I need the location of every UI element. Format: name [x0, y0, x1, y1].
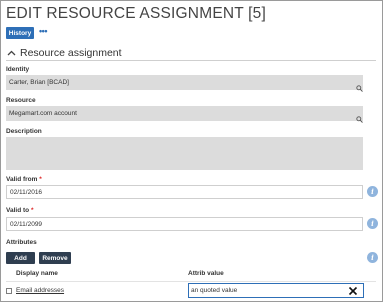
identity-search-icon[interactable]	[356, 79, 363, 97]
email-addresses-link[interactable]: Email addresses	[16, 287, 64, 294]
valid-to-info-icon[interactable]: i	[367, 218, 378, 229]
edit-resource-assignment-panel: EDIT RESOURCE ASSIGNMENT [5] History •••…	[0, 0, 383, 302]
attributes-info-icon[interactable]: i	[367, 252, 378, 263]
table-divider	[6, 281, 376, 282]
section-title: Resource assignment	[20, 46, 122, 59]
row-checkbox[interactable]	[6, 288, 12, 294]
page-title: EDIT RESOURCE ASSIGNMENT [5]	[6, 5, 266, 22]
add-button[interactable]: Add	[6, 252, 35, 264]
attributes-label: Attributes	[6, 239, 37, 246]
remove-button[interactable]: Remove	[39, 252, 71, 264]
required-marker: *	[30, 207, 34, 214]
column-header-attrib-value: Attrib value	[188, 270, 224, 277]
column-header-display-name: Display name	[16, 270, 58, 277]
resource-value: Megamart.com account	[9, 110, 77, 117]
resource-label: Resource	[6, 97, 36, 104]
chevron-up-icon[interactable]	[6, 48, 16, 58]
resource-search-icon[interactable]	[356, 110, 363, 128]
valid-to-value: 02/11/2099	[10, 220, 43, 228]
attrib-value-text: an quoted value	[191, 287, 238, 294]
required-marker: *	[39, 176, 42, 183]
description-label: Description	[6, 128, 42, 135]
more-options-button[interactable]: •••	[37, 26, 49, 38]
identity-value: Carter, Brian [BCAD]	[9, 79, 69, 86]
history-button[interactable]: History	[6, 27, 34, 39]
valid-from-label: Valid from *	[6, 176, 42, 183]
valid-to-label: Valid to *	[6, 207, 34, 214]
description-field[interactable]	[6, 137, 363, 170]
resource-field[interactable]: Megamart.com account	[6, 106, 363, 121]
valid-from-input[interactable]: 02/11/2016	[6, 185, 363, 199]
identity-label: Identity	[6, 66, 30, 73]
valid-from-value: 02/11/2016	[10, 188, 43, 196]
valid-from-info-icon[interactable]: i	[367, 186, 378, 197]
identity-field[interactable]: Carter, Brian [BCAD]	[6, 75, 363, 90]
attrib-value-input[interactable]: an quoted value	[188, 283, 364, 298]
close-icon[interactable]	[348, 286, 358, 296]
valid-to-input[interactable]: 02/11/2099	[6, 217, 363, 231]
section-header-resource-assignment[interactable]: Resource assignment	[6, 45, 376, 61]
